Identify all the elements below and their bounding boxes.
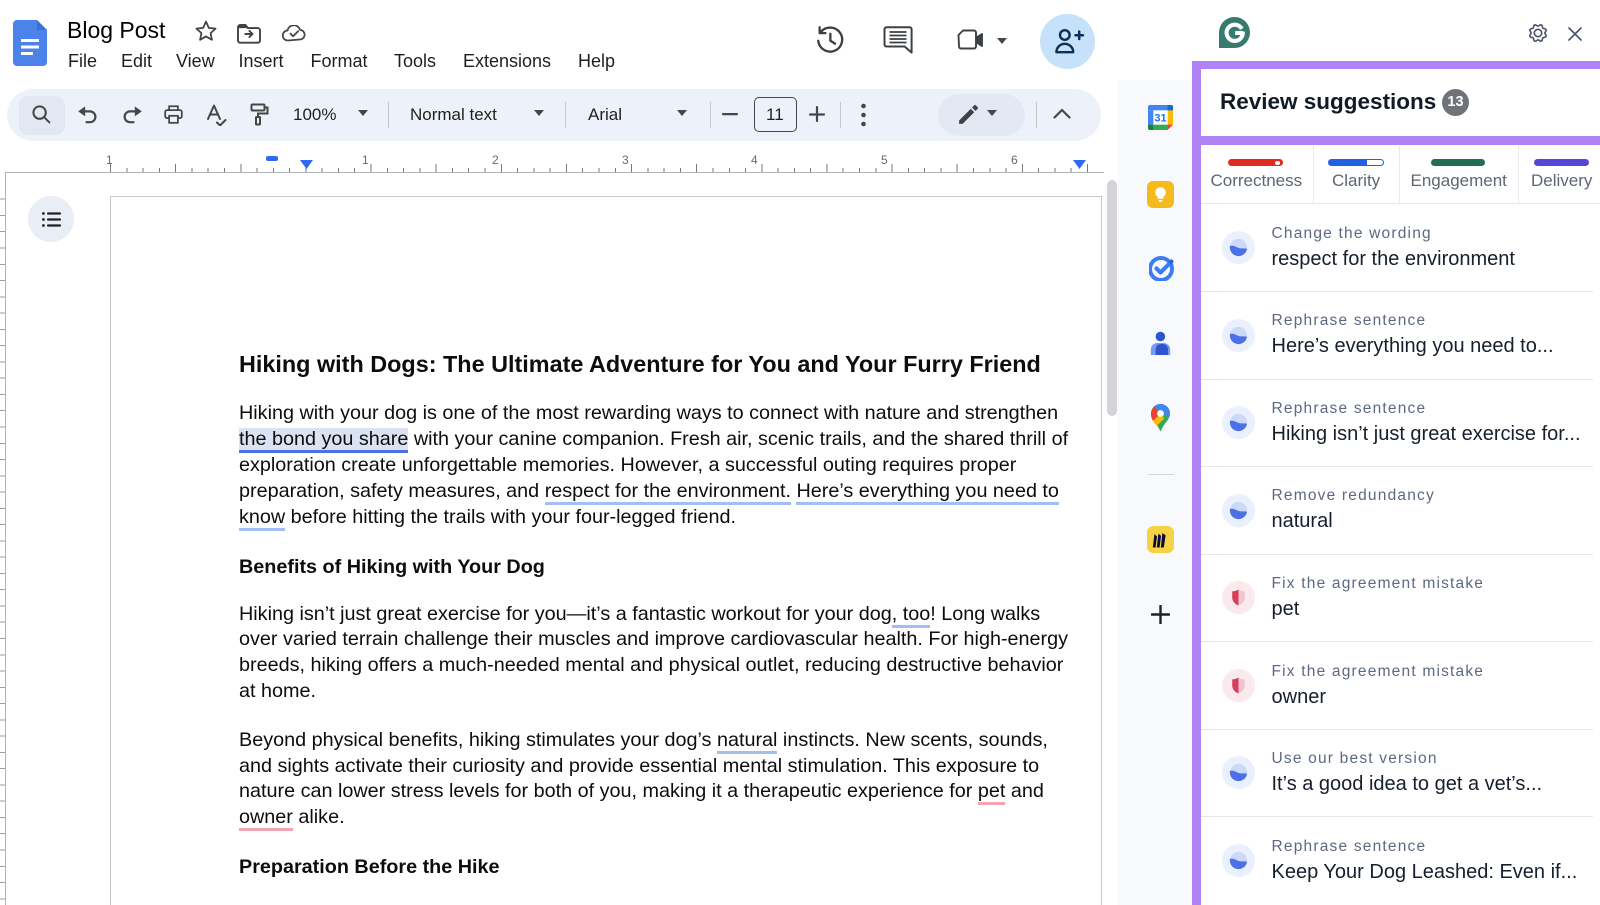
svg-text:31: 31 <box>1154 112 1166 124</box>
